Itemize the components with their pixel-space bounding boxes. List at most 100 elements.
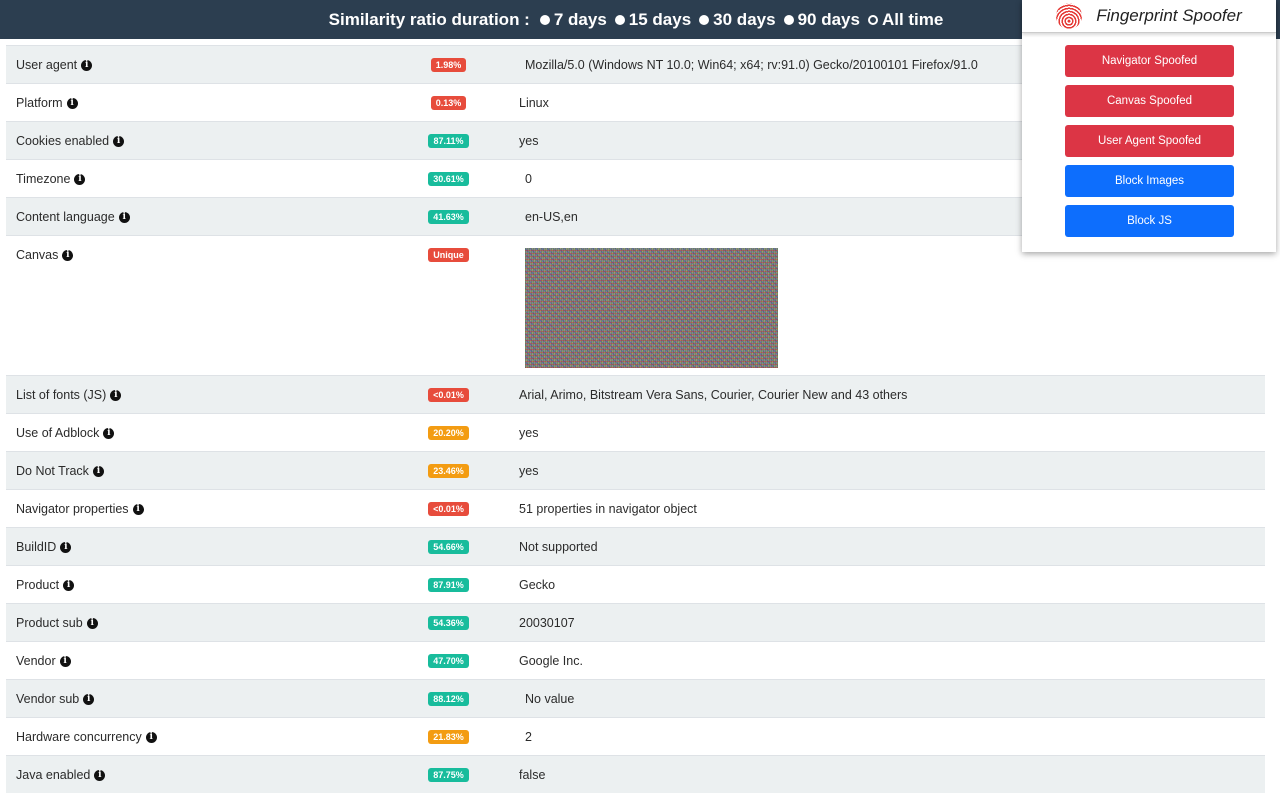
row-label-cell: Vendor i bbox=[6, 654, 386, 668]
row-label: Vendor bbox=[16, 654, 56, 668]
ratio-cell: 87.75% bbox=[386, 768, 511, 782]
navigator-spoofed-button[interactable]: Navigator Spoofed bbox=[1065, 45, 1234, 77]
ratio-badge: 88.12% bbox=[428, 692, 469, 706]
table-row: Hardware concurrency i 21.83% 2 bbox=[6, 717, 1265, 755]
row-label-cell: Product sub i bbox=[6, 616, 386, 630]
radio-icon[interactable] bbox=[783, 14, 794, 25]
table-row: Vendor i 47.70% Google Inc. bbox=[6, 641, 1265, 679]
table-row: BuildID i 54.66% Not supported bbox=[6, 527, 1265, 565]
block-images-button[interactable]: Block Images bbox=[1065, 165, 1234, 197]
info-icon[interactable]: i bbox=[63, 579, 75, 591]
option-90-days[interactable]: 90 days bbox=[783, 10, 860, 30]
option-7-days[interactable]: 7 days bbox=[539, 10, 607, 30]
row-label-cell: Hardware concurrency i bbox=[6, 730, 386, 744]
ratio-cell: 87.91% bbox=[386, 578, 511, 592]
ratio-cell: 23.46% bbox=[386, 464, 511, 478]
ratio-badge: 87.11% bbox=[428, 134, 469, 148]
row-label: Product sub bbox=[16, 616, 83, 630]
value-cell: 2 bbox=[511, 730, 1265, 744]
user-agent-spoofed-button[interactable]: User Agent Spoofed bbox=[1065, 125, 1234, 157]
row-value: Linux bbox=[519, 96, 549, 110]
row-label: Cookies enabled bbox=[16, 134, 110, 148]
block-js-button[interactable]: Block JS bbox=[1065, 205, 1234, 237]
info-icon[interactable]: i bbox=[103, 427, 115, 439]
row-label-cell: Product i bbox=[6, 578, 386, 592]
info-icon[interactable]: i bbox=[113, 135, 125, 147]
row-label-cell: Cookies enabled i bbox=[6, 134, 386, 148]
row-label: Timezone bbox=[16, 172, 71, 186]
radio-icon[interactable] bbox=[699, 14, 710, 25]
row-label-cell: Java enabled i bbox=[6, 768, 386, 782]
table-row: Canvas i Unique bbox=[6, 235, 1265, 375]
canvas-spoofed-button[interactable]: Canvas Spoofed bbox=[1065, 85, 1234, 117]
radio-checked-icon[interactable] bbox=[867, 14, 878, 25]
option-15-days[interactable]: 15 days bbox=[614, 10, 691, 30]
ratio-cell: 54.36% bbox=[386, 616, 511, 630]
ratio-cell: 54.66% bbox=[386, 540, 511, 554]
ratio-badge: 0.13% bbox=[430, 96, 467, 110]
value-cell: yes bbox=[511, 426, 1265, 440]
value-cell: yes bbox=[511, 464, 1265, 478]
table-row: Product i 87.91% Gecko bbox=[6, 565, 1265, 603]
info-icon[interactable]: i bbox=[94, 769, 106, 781]
value-cell: 51 properties in navigator object bbox=[511, 502, 1265, 516]
option-all-time[interactable]: All time bbox=[867, 10, 943, 30]
row-label: Navigator properties bbox=[16, 502, 129, 516]
row-label-cell: Content language i bbox=[6, 210, 386, 224]
option-30-days[interactable]: 30 days bbox=[699, 9, 776, 30]
ratio-cell: 1.98% bbox=[386, 58, 511, 72]
table-row: Product sub i 54.36% 20030107 bbox=[6, 603, 1265, 641]
info-icon[interactable]: i bbox=[132, 503, 144, 515]
value-cell bbox=[511, 245, 1265, 368]
table-row: Use of Adblock i 20.20% yes bbox=[6, 413, 1265, 451]
row-label-cell: Timezone i bbox=[6, 172, 386, 186]
info-icon[interactable]: i bbox=[66, 97, 78, 109]
info-icon[interactable]: i bbox=[110, 389, 122, 401]
info-icon[interactable]: i bbox=[60, 541, 72, 553]
ratio-cell: Unique bbox=[386, 248, 511, 262]
value-cell: Not supported bbox=[511, 540, 1265, 554]
row-label-cell: BuildID i bbox=[6, 540, 386, 554]
row-label: Content language bbox=[16, 210, 115, 224]
value-cell: No value bbox=[511, 692, 1265, 706]
table-row: Do Not Track i 23.46% yes bbox=[6, 451, 1265, 489]
row-value: 2 bbox=[525, 730, 532, 744]
row-label: BuildID bbox=[16, 540, 57, 554]
info-icon[interactable]: i bbox=[92, 465, 104, 477]
info-icon[interactable]: i bbox=[86, 617, 98, 629]
ratio-cell: 41.63% bbox=[386, 210, 511, 224]
option-label: 30 days bbox=[713, 9, 776, 29]
row-label: Do Not Track bbox=[16, 464, 89, 478]
ratio-badge: 20.20% bbox=[428, 426, 469, 440]
value-cell: Gecko bbox=[511, 578, 1265, 592]
extension-popup: Fingerprint Spoofer Navigator Spoofed Ca… bbox=[1022, 0, 1276, 252]
radio-icon[interactable] bbox=[539, 14, 550, 25]
row-label: List of fonts (JS) bbox=[16, 388, 107, 402]
info-icon[interactable]: i bbox=[59, 655, 71, 667]
ratio-badge: 30.61% bbox=[428, 172, 469, 186]
row-label-cell: Canvas i bbox=[6, 248, 386, 262]
ratio-badge: 23.46% bbox=[428, 464, 469, 478]
info-icon[interactable]: i bbox=[118, 211, 130, 223]
row-value: Arial, Arimo, Bitstream Vera Sans, Couri… bbox=[519, 388, 908, 402]
row-value: No value bbox=[525, 692, 575, 706]
ratio-cell: <0.01% bbox=[386, 388, 511, 402]
info-icon[interactable]: i bbox=[81, 59, 93, 71]
ratio-badge: <0.01% bbox=[428, 388, 469, 402]
row-value: yes bbox=[519, 464, 539, 478]
ratio-cell: 88.12% bbox=[386, 692, 511, 706]
info-icon[interactable]: i bbox=[145, 731, 157, 743]
radio-icon[interactable] bbox=[614, 14, 625, 25]
ratio-cell: 0.13% bbox=[386, 96, 511, 110]
table-row: Java enabled i 87.75% false bbox=[6, 755, 1265, 793]
ratio-cell: <0.01% bbox=[386, 502, 511, 516]
value-cell: false bbox=[511, 768, 1265, 782]
info-icon[interactable]: i bbox=[74, 173, 86, 185]
ratio-cell: 20.20% bbox=[386, 426, 511, 440]
info-icon[interactable]: i bbox=[83, 693, 95, 705]
ratio-badge: 47.70% bbox=[428, 654, 469, 668]
row-label: User agent bbox=[16, 58, 78, 72]
info-icon[interactable]: i bbox=[62, 249, 74, 261]
row-value: false bbox=[519, 768, 546, 782]
ratio-badge: 21.83% bbox=[428, 730, 469, 744]
